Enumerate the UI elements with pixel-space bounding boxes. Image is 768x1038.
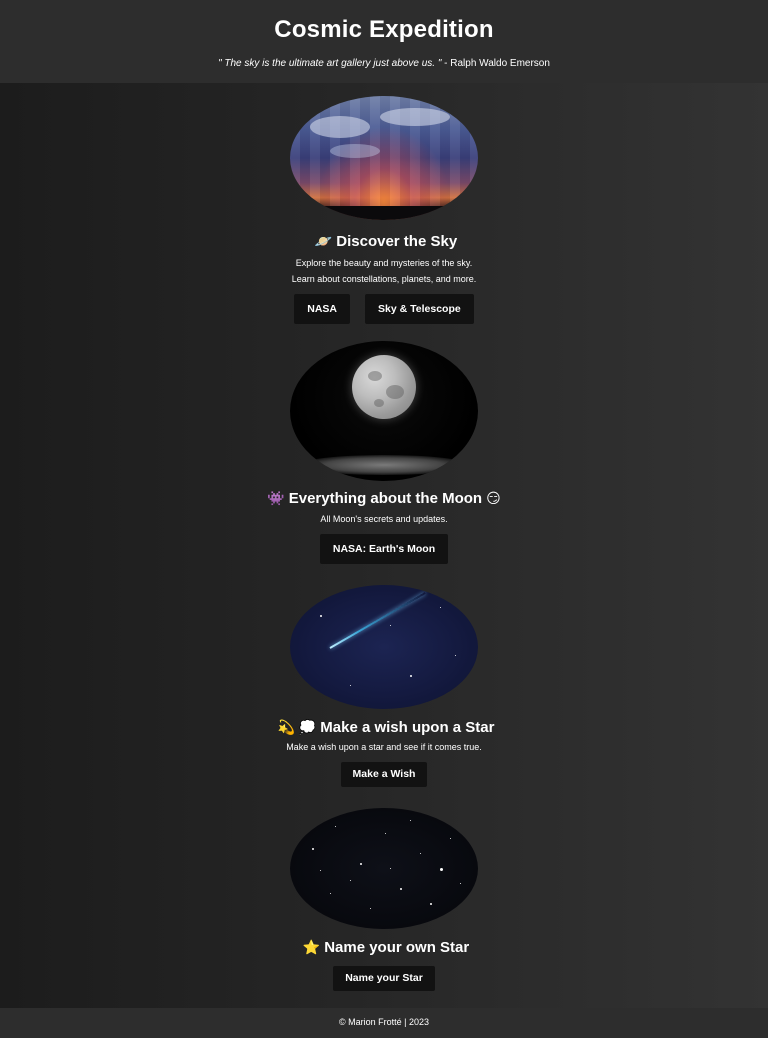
section-description: Make a wish upon a star and see if it co… xyxy=(286,742,482,752)
ringed-planet-icon: 🪐 xyxy=(314,233,333,249)
alien-monster-icon: 👾 xyxy=(267,490,285,506)
section-moon: 👾 Everything about the Moon 😏 All Moon's s… xyxy=(0,341,768,564)
section-wish: 💫 💭 Make a wish upon a Star Make a wish u… xyxy=(0,585,768,787)
starfield-image xyxy=(290,808,478,929)
section-heading: 🪐 Discover the Sky xyxy=(0,232,768,251)
header-quote: " The sky is the ultimate art gallery ju… xyxy=(0,58,768,69)
section-discover-sky: 🪐 Discover the Sky Explore the beauty and… xyxy=(0,96,768,324)
make-a-wish-button[interactable]: Make a Wish xyxy=(340,762,428,787)
section-description: Explore the beauty and mysteries of the … xyxy=(295,258,473,268)
sky-image xyxy=(290,96,478,220)
section-heading: ⭐ Name your own Star xyxy=(0,938,768,957)
star-icon: ⭐ xyxy=(302,939,321,955)
section-title: Make a wish upon a Star xyxy=(320,719,495,736)
dizzy-thought-icon: 💫 💭 xyxy=(277,719,317,735)
section-heading: 💫 💭 Make a wish upon a Star xyxy=(0,718,768,737)
section-title: Name your own Star xyxy=(324,939,470,956)
page-title: Cosmic Expedition xyxy=(274,16,494,43)
section-title: Everything about the Moon xyxy=(288,490,483,507)
page-header: Cosmic Expedition " The sky is the ultim… xyxy=(0,0,768,83)
section-description: All Moon's secrets and updates. xyxy=(320,514,448,524)
nasa-button[interactable]: NASA xyxy=(294,294,351,324)
name-your-star-button[interactable]: Name your Star xyxy=(333,966,435,991)
section-name-star: ⭐ Name your own Star Name your Star xyxy=(0,808,768,991)
section-description: Learn about constellations, planets, and… xyxy=(291,274,477,284)
shooting-star-image xyxy=(290,585,478,709)
nasa-earths-moon-button[interactable]: NASA: Earth's Moon xyxy=(319,534,449,564)
section-title: Discover the Sky xyxy=(336,233,458,250)
page-footer: © Marion Frotté | 2023 xyxy=(0,1008,768,1038)
section-heading: 👾 Everything about the Moon 😏 xyxy=(0,489,768,508)
quote-text: " The sky is the ultimate art gallery ju… xyxy=(218,58,442,69)
quote-author: - Ralph Waldo Emerson xyxy=(441,58,550,69)
smirking-face-icon: 😏 xyxy=(486,490,501,506)
moon-image xyxy=(290,341,478,481)
footer-copyright: © Marion Frotté | 2023 xyxy=(338,1017,429,1027)
sky-telescope-button[interactable]: Sky & Telescope xyxy=(365,294,474,324)
